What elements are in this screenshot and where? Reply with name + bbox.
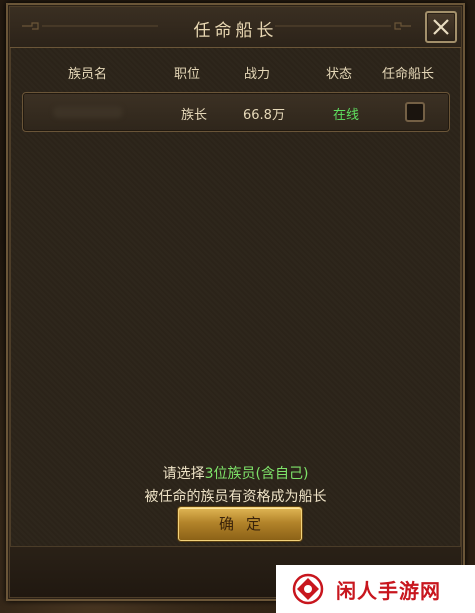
column-header-appoint: 任命船长 <box>382 67 435 82</box>
column-header-power: 战力 <box>244 67 271 82</box>
confirm-button[interactable]: 确定 <box>178 507 302 541</box>
close-icon <box>433 19 449 35</box>
member-name-obscured <box>53 106 123 118</box>
dialog-titlebar: 任命船长 <box>10 7 461 48</box>
member-power: 66.8万 <box>243 108 285 123</box>
table-row[interactable]: 族长 66.8万 在线 <box>22 92 450 132</box>
ornament-right-icon <box>275 22 411 30</box>
close-button[interactable] <box>425 11 457 43</box>
table-header: 族员名 职位 战力 状态 任命船长 <box>22 61 449 85</box>
appoint-captain-dialog: 任命船长 族员名 职位 战力 状态 任命船长 族长 66.8万 在线 请选择3位… <box>6 3 465 601</box>
site-logo-icon <box>292 573 324 605</box>
watermark-banner: 闲人手游网 <box>276 565 475 613</box>
column-header-rank: 职位 <box>174 67 201 82</box>
hint-prefix: 请选择 <box>162 466 205 482</box>
appoint-checkbox[interactable] <box>405 102 425 122</box>
member-status: 在线 <box>333 108 360 123</box>
hint-line-2: 被任命的族员有资格成为船长 <box>144 489 327 505</box>
column-header-name: 族员名 <box>68 67 108 82</box>
column-header-status: 状态 <box>326 67 353 82</box>
hint-line-1: 请选择3位族员(含自己) <box>8 463 463 483</box>
watermark-text: 闲人手游网 <box>336 579 441 603</box>
hint-highlight: 3位族员(含自己) <box>204 466 309 482</box>
member-rank: 族长 <box>181 108 208 123</box>
